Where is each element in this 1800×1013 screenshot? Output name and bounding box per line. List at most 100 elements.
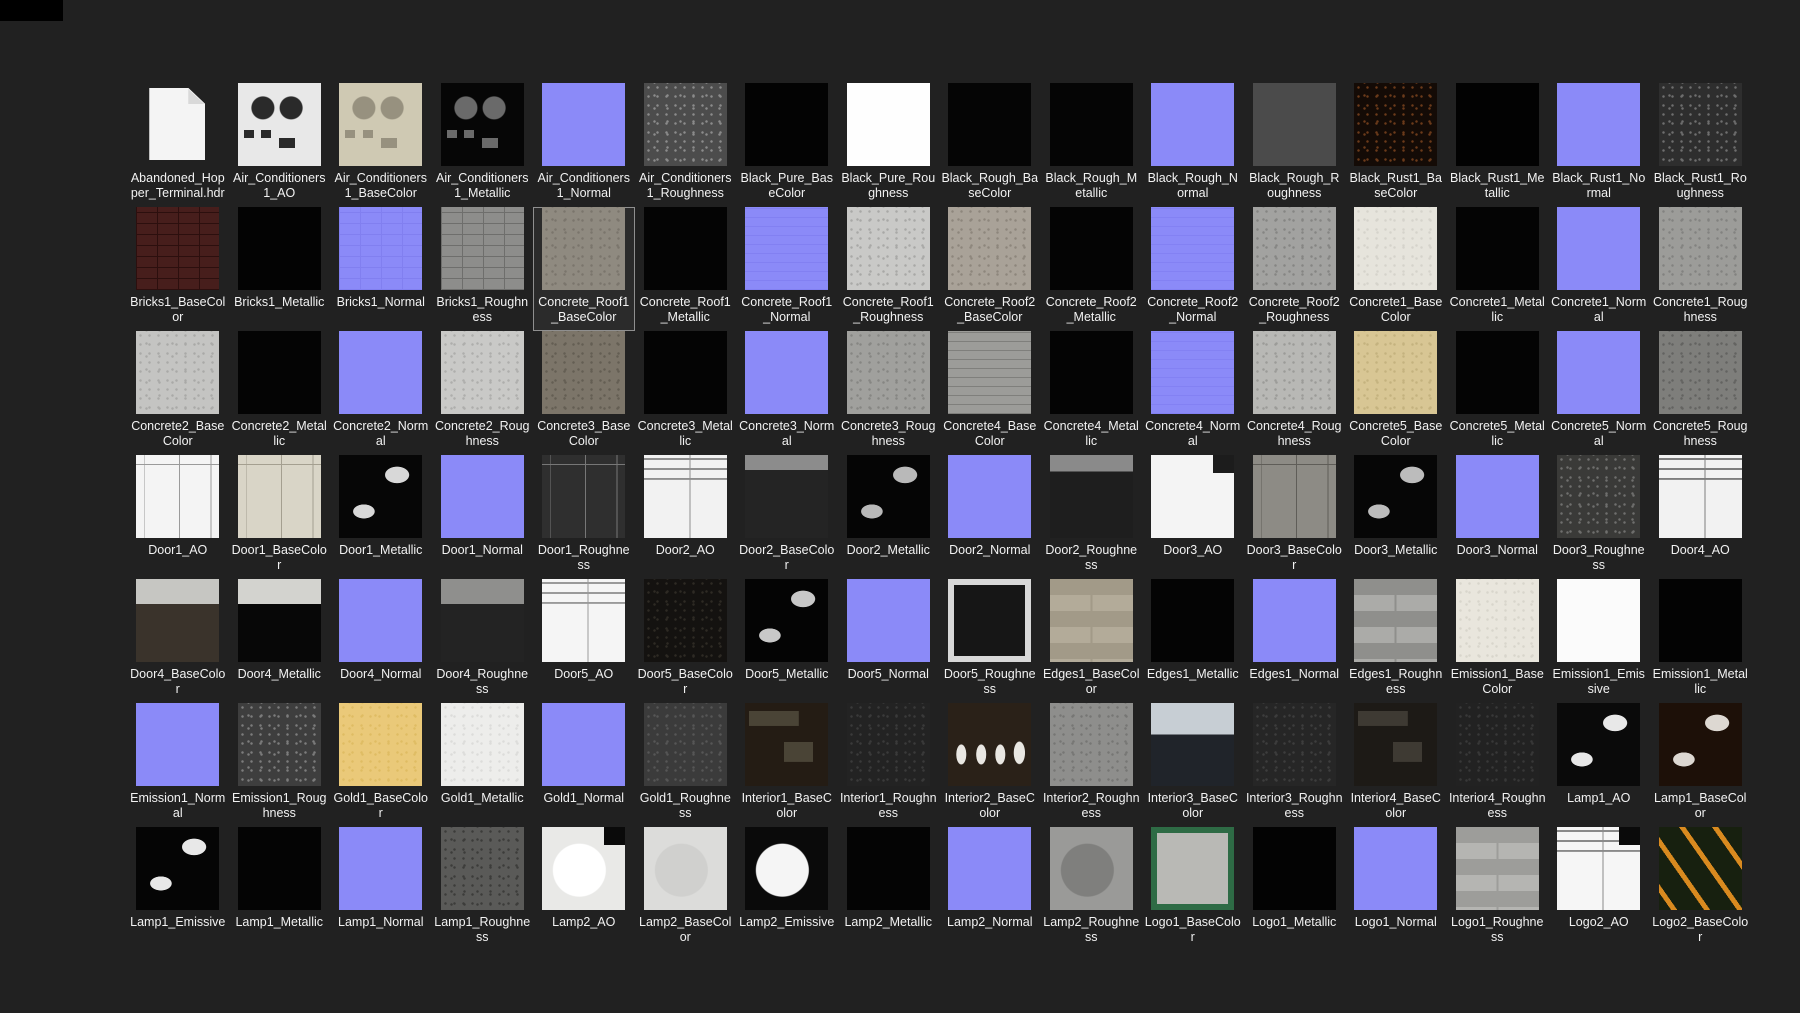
file-item[interactable]: Gold1_Normal: [533, 703, 635, 827]
file-item[interactable]: Concrete_Roof2_BaseColor: [939, 207, 1041, 331]
file-item[interactable]: Interior2_BaseColor: [939, 703, 1041, 827]
file-item[interactable]: Air_Conditioners1_Roughness: [635, 83, 737, 207]
file-item[interactable]: Logo2_AO: [1548, 827, 1650, 941]
file-item[interactable]: Air_Conditioners1_BaseColor: [330, 83, 432, 207]
file-item[interactable]: Edges1_Roughness: [1345, 579, 1447, 703]
file-item[interactable]: Concrete_Roof1_Normal: [736, 207, 838, 331]
file-item[interactable]: Interior1_Roughness: [838, 703, 940, 827]
file-item[interactable]: Interior1_BaseColor: [736, 703, 838, 827]
file-item[interactable]: Concrete4_Roughness: [1244, 331, 1346, 455]
file-item[interactable]: Concrete_Roof1_BaseColor: [533, 207, 635, 331]
file-item[interactable]: Concrete2_Metallic: [229, 331, 331, 455]
file-item[interactable]: Black_Rough_Metallic: [1041, 83, 1143, 207]
file-item[interactable]: Door1_BaseColor: [229, 455, 331, 579]
file-item[interactable]: Black_Rust1_BaseColor: [1345, 83, 1447, 207]
file-item[interactable]: Lamp2_BaseColor: [635, 827, 737, 941]
file-item[interactable]: Concrete2_Roughness: [432, 331, 534, 455]
file-item[interactable]: Bricks1_Normal: [330, 207, 432, 331]
file-item[interactable]: Emission1_Emissive: [1548, 579, 1650, 703]
file-item[interactable]: Door4_Normal: [330, 579, 432, 703]
file-item[interactable]: Air_Conditioners1_AO: [229, 83, 331, 207]
file-item[interactable]: Edges1_BaseColor: [1041, 579, 1143, 703]
file-item[interactable]: Logo1_Metallic: [1244, 827, 1346, 941]
file-item[interactable]: Door3_AO: [1142, 455, 1244, 579]
file-item[interactable]: Concrete4_Metallic: [1041, 331, 1143, 455]
file-item[interactable]: Bricks1_Metallic: [229, 207, 331, 331]
file-item[interactable]: Logo2_BaseColor: [1650, 827, 1752, 941]
file-item[interactable]: Concrete3_Normal: [736, 331, 838, 455]
file-item[interactable]: Lamp2_Roughness: [1041, 827, 1143, 941]
file-item[interactable]: Edges1_Normal: [1244, 579, 1346, 703]
file-item[interactable]: Concrete3_Roughness: [838, 331, 940, 455]
file-item[interactable]: Door5_AO: [533, 579, 635, 703]
file-item[interactable]: Door3_Metallic: [1345, 455, 1447, 579]
file-item[interactable]: Door1_Normal: [432, 455, 534, 579]
file-item[interactable]: Concrete5_BaseColor: [1345, 331, 1447, 455]
file-item[interactable]: Concrete1_BaseColor: [1345, 207, 1447, 331]
file-item[interactable]: Door3_Roughness: [1548, 455, 1650, 579]
file-item[interactable]: Door2_Metallic: [838, 455, 940, 579]
file-item[interactable]: Door1_Metallic: [330, 455, 432, 579]
file-item[interactable]: Lamp2_Emissive: [736, 827, 838, 941]
file-item[interactable]: Lamp1_AO: [1548, 703, 1650, 827]
file-item[interactable]: Door2_Roughness: [1041, 455, 1143, 579]
file-item[interactable]: Door4_BaseColor: [127, 579, 229, 703]
file-item[interactable]: Door5_Normal: [838, 579, 940, 703]
file-item[interactable]: Door1_Roughness: [533, 455, 635, 579]
file-item[interactable]: Door5_Metallic: [736, 579, 838, 703]
file-item[interactable]: Black_Pure_Roughness: [838, 83, 940, 207]
file-item[interactable]: Interior3_BaseColor: [1142, 703, 1244, 827]
file-item[interactable]: Concrete2_Normal: [330, 331, 432, 455]
file-item[interactable]: Lamp1_Emissive: [127, 827, 229, 941]
file-item[interactable]: Concrete4_BaseColor: [939, 331, 1041, 455]
file-item[interactable]: Door4_AO: [1650, 455, 1752, 579]
file-item[interactable]: Lamp1_Metallic: [229, 827, 331, 941]
file-item[interactable]: Gold1_Metallic: [432, 703, 534, 827]
file-item[interactable]: Concrete_Roof1_Metallic: [635, 207, 737, 331]
file-item[interactable]: Bricks1_Roughness: [432, 207, 534, 331]
file-item[interactable]: Door5_BaseColor: [635, 579, 737, 703]
file-item[interactable]: Concrete1_Roughness: [1650, 207, 1752, 331]
file-item[interactable]: Door2_BaseColor: [736, 455, 838, 579]
file-item[interactable]: Door1_AO: [127, 455, 229, 579]
file-item[interactable]: Interior4_Roughness: [1447, 703, 1549, 827]
file-item[interactable]: Door5_Roughness: [939, 579, 1041, 703]
file-item[interactable]: Concrete2_BaseColor: [127, 331, 229, 455]
file-item[interactable]: Door2_AO: [635, 455, 737, 579]
file-item[interactable]: Interior2_Roughness: [1041, 703, 1143, 827]
file-item[interactable]: Concrete1_Normal: [1548, 207, 1650, 331]
file-item[interactable]: Black_Rough_Roughness: [1244, 83, 1346, 207]
file-item[interactable]: Logo1_Roughness: [1447, 827, 1549, 941]
file-item[interactable]: Concrete_Roof2_Metallic: [1041, 207, 1143, 331]
file-item[interactable]: Emission1_Metallic: [1650, 579, 1752, 703]
file-item[interactable]: Door3_Normal: [1447, 455, 1549, 579]
file-item[interactable]: Logo1_BaseColor: [1142, 827, 1244, 941]
file-item[interactable]: Black_Rust1_Metallic: [1447, 83, 1549, 207]
file-item[interactable]: Concrete3_Metallic: [635, 331, 737, 455]
file-item[interactable]: Door3_BaseColor: [1244, 455, 1346, 579]
file-item[interactable]: Edges1_Metallic: [1142, 579, 1244, 703]
file-item[interactable]: Emission1_Roughness: [229, 703, 331, 827]
file-item[interactable]: Black_Rough_BaseColor: [939, 83, 1041, 207]
file-item[interactable]: Bricks1_BaseColor: [127, 207, 229, 331]
file-item[interactable]: Concrete_Roof2_Normal: [1142, 207, 1244, 331]
file-item[interactable]: Concrete1_Metallic: [1447, 207, 1549, 331]
file-item[interactable]: Concrete5_Normal: [1548, 331, 1650, 455]
file-item[interactable]: Interior3_Roughness: [1244, 703, 1346, 827]
file-item[interactable]: Black_Pure_BaseColor: [736, 83, 838, 207]
file-item[interactable]: Lamp1_BaseColor: [1650, 703, 1752, 827]
file-item[interactable]: Concrete5_Roughness: [1650, 331, 1752, 455]
file-item[interactable]: Logo1_Normal: [1345, 827, 1447, 941]
file-item[interactable]: Lamp2_AO: [533, 827, 635, 941]
file-item[interactable]: Interior4_BaseColor: [1345, 703, 1447, 827]
file-item[interactable]: Door4_Roughness: [432, 579, 534, 703]
file-item[interactable]: Door2_Normal: [939, 455, 1041, 579]
file-item[interactable]: Lamp1_Roughness: [432, 827, 534, 941]
file-item[interactable]: Concrete_Roof2_Roughness: [1244, 207, 1346, 331]
file-item[interactable]: Concrete_Roof1_Roughness: [838, 207, 940, 331]
file-item[interactable]: Black_Rough_Normal: [1142, 83, 1244, 207]
file-item[interactable]: Concrete5_Metallic: [1447, 331, 1549, 455]
file-item[interactable]: Air_Conditioners1_Normal: [533, 83, 635, 207]
file-item[interactable]: Abandoned_Hopper_Terminal.hdr: [127, 83, 229, 207]
file-item[interactable]: Black_Rust1_Normal: [1548, 83, 1650, 207]
